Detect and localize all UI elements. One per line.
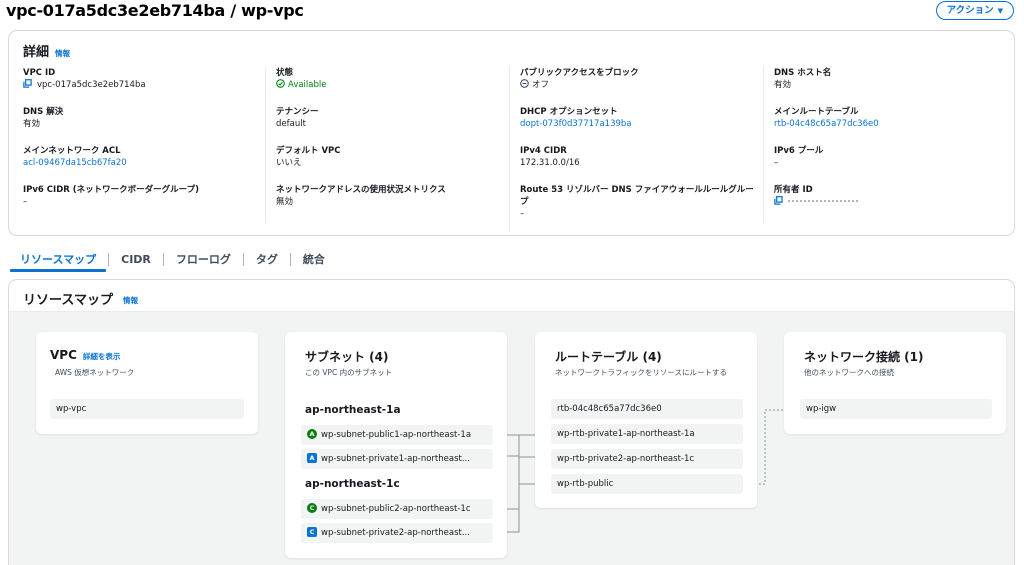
ipv6-cidr-label: IPv6 CIDR (ネットワークボーダーグループ) bbox=[23, 185, 200, 195]
internet-gateway-item[interactable]: wp-igw bbox=[800, 399, 992, 419]
details-column-1: VPC ID vpc-017a5dc3e2eb714ba DNS 解決 有効 メイ… bbox=[23, 67, 253, 223]
az-badge-icon: C bbox=[307, 527, 317, 537]
main-acl-link[interactable]: acl-09467da15cb67fa20 bbox=[23, 157, 253, 169]
vpc-id-label: VPC ID bbox=[23, 68, 56, 78]
resource-map-panel: リソースマップ 情報 VPC 詳細を表示 AWS 仮想ネットワーク wp-vpc… bbox=[8, 279, 1015, 565]
ipv4-cidr-value: 172.31.0.0/16 bbox=[520, 158, 580, 168]
details-column-3: パブリックアクセスをブロック オフ DHCP オプションセット dopt-073f… bbox=[509, 67, 757, 232]
main-route-table-link[interactable]: rtb-04c48c65a77dc36e0 bbox=[774, 118, 993, 130]
subnet-name: wp-subnet-private2-ap-northeast... bbox=[321, 528, 470, 538]
page-title: vpc-017a5dc3e2eb714ba / wp-vpc bbox=[6, 1, 304, 20]
ipv4-cidr-label: IPv4 CIDR bbox=[520, 146, 567, 156]
address-usage-value: 無効 bbox=[276, 197, 294, 207]
vpc-card-title: VPC bbox=[50, 348, 77, 362]
dns-hostnames-label: DNS ホスト名 bbox=[774, 68, 832, 78]
resource-map-heading: リソースマップ bbox=[23, 293, 113, 308]
subnet-card: サブネット (4) この VPC 内のサブネット ap-northeast-1a… bbox=[285, 332, 507, 558]
details-panel: 詳細 情報 VPC ID vpc-017a5dc3e2eb714ba DNS 解… bbox=[8, 30, 1015, 236]
tab-cidr[interactable]: CIDR bbox=[109, 253, 163, 266]
vpc-card-subtitle: AWS 仮想ネットワーク bbox=[55, 368, 135, 377]
subnet-item[interactable]: Awp-subnet-private1-ap-northeast... bbox=[301, 449, 493, 469]
route-table-item[interactable]: wp-rtb-private2-ap-northeast-1c bbox=[551, 449, 743, 469]
subnet-item[interactable]: Awp-subnet-public1-ap-northeast-1a bbox=[301, 425, 493, 445]
network-card-subtitle: 他のネットワークへの接続 bbox=[804, 368, 894, 377]
subnet-item[interactable]: Cwp-subnet-private2-ap-northeast... bbox=[301, 523, 493, 543]
subnet-name: wp-subnet-public1-ap-northeast-1a bbox=[321, 430, 472, 440]
vpc-id-value: vpc-017a5dc3e2eb714ba bbox=[37, 80, 146, 90]
address-usage-label: ネットワークアドレスの使用状況メトリクス bbox=[276, 185, 446, 195]
az-badge-icon: A bbox=[307, 453, 317, 463]
route-table-card: ルートテーブル (4) ネットワークトラフィックをリソースにルートする rtb-… bbox=[535, 332, 757, 508]
network-connection-card: ネットワーク接続 (1) 他のネットワークへの接続 wp-igw bbox=[784, 332, 1006, 434]
owner-id-redacted bbox=[788, 200, 858, 202]
tenancy-value: default bbox=[276, 119, 306, 129]
route53-firewall-value: – bbox=[520, 209, 525, 219]
route-table-item[interactable]: rtb-04c48c65a77dc36e0 bbox=[551, 399, 743, 419]
check-circle-icon bbox=[276, 79, 285, 88]
actions-button[interactable]: アクション ▼ bbox=[935, 1, 1014, 20]
dhcp-options-label: DHCP オプションセット bbox=[520, 107, 618, 117]
ipv6-pool-value: – bbox=[774, 158, 779, 168]
ipv6-pool-label: IPv6 プール bbox=[774, 146, 824, 156]
subnet-name: wp-subnet-private1-ap-northeast... bbox=[321, 454, 470, 464]
details-info-link[interactable]: 情報 bbox=[55, 48, 70, 59]
vpc-item[interactable]: wp-vpc bbox=[50, 399, 244, 419]
vpc-card: VPC 詳細を表示 AWS 仮想ネットワーク wp-vpc bbox=[36, 332, 258, 434]
copy-icon[interactable] bbox=[774, 196, 783, 205]
dns-hostnames-value: 有効 bbox=[774, 80, 792, 90]
default-vpc-label: デフォルト VPC bbox=[276, 146, 341, 156]
route-table-item[interactable]: wp-rtb-public bbox=[551, 474, 743, 494]
subnet-card-title: サブネット (4) bbox=[305, 350, 389, 364]
minus-circle-icon bbox=[520, 79, 529, 88]
copy-icon[interactable] bbox=[23, 79, 32, 88]
az-badge-icon: C bbox=[307, 503, 317, 513]
az-label: ap-northeast-1a bbox=[305, 404, 401, 416]
state-value: Available bbox=[288, 80, 327, 90]
route-table-card-title: ルートテーブル (4) bbox=[555, 350, 662, 364]
tab-flow-logs[interactable]: フローログ bbox=[164, 251, 243, 267]
main-route-table-label: メインルートテーブル bbox=[774, 107, 859, 117]
subnet-item[interactable]: Cwp-subnet-public2-ap-northeast-1c bbox=[301, 499, 493, 519]
ipv6-cidr-value: – bbox=[23, 197, 28, 207]
owner-id-label: 所有者 ID bbox=[774, 185, 813, 195]
network-card-title: ネットワーク接続 (1) bbox=[804, 350, 924, 364]
az-label: ap-northeast-1c bbox=[305, 478, 400, 490]
dhcp-options-link[interactable]: dopt-073f0d37717a139ba bbox=[520, 118, 757, 130]
route53-firewall-label: Route 53 リゾルバー DNS ファイアウォールルールグループ bbox=[520, 185, 754, 207]
tab-resource-map[interactable]: リソースマップ bbox=[8, 251, 108, 272]
details-column-4: DNS ホスト名 有効 メインルートテーブル rtb-04c48c65a77dc36… bbox=[763, 67, 993, 223]
tab-bar: リソースマップ CIDR フローログ タグ 統合 bbox=[8, 248, 337, 272]
route-table-item[interactable]: wp-rtb-private1-ap-northeast-1a bbox=[551, 424, 743, 444]
route-table-card-subtitle: ネットワークトラフィックをリソースにルートする bbox=[555, 368, 727, 377]
tab-tags[interactable]: タグ bbox=[244, 251, 290, 267]
tenancy-label: テナンシー bbox=[276, 107, 319, 117]
view-details-link[interactable]: 詳細を表示 bbox=[83, 351, 121, 362]
dns-resolution-value: 有効 bbox=[23, 119, 41, 129]
state-label: 状態 bbox=[276, 68, 294, 78]
main-acl-label: メインネットワーク ACL bbox=[23, 146, 121, 156]
tab-integrations[interactable]: 統合 bbox=[291, 251, 337, 267]
block-public-access-value: オフ bbox=[532, 80, 550, 90]
actions-label: アクション bbox=[946, 4, 994, 16]
details-heading: 詳細 bbox=[23, 45, 50, 60]
subnet-card-subtitle: この VPC 内のサブネット bbox=[305, 368, 393, 377]
az-badge-icon: A bbox=[307, 429, 317, 439]
resource-map-info-link[interactable]: 情報 bbox=[123, 295, 138, 306]
subnet-name: wp-subnet-public2-ap-northeast-1c bbox=[321, 504, 471, 514]
caret-down-icon: ▼ bbox=[997, 6, 1003, 15]
block-public-access-label: パブリックアクセスをブロック bbox=[520, 68, 639, 78]
details-column-2: 状態 Available テナンシー default デフォルト VPC いいえ ネ… bbox=[265, 67, 495, 223]
dns-resolution-label: DNS 解決 bbox=[23, 107, 64, 117]
default-vpc-value: いいえ bbox=[276, 158, 302, 168]
